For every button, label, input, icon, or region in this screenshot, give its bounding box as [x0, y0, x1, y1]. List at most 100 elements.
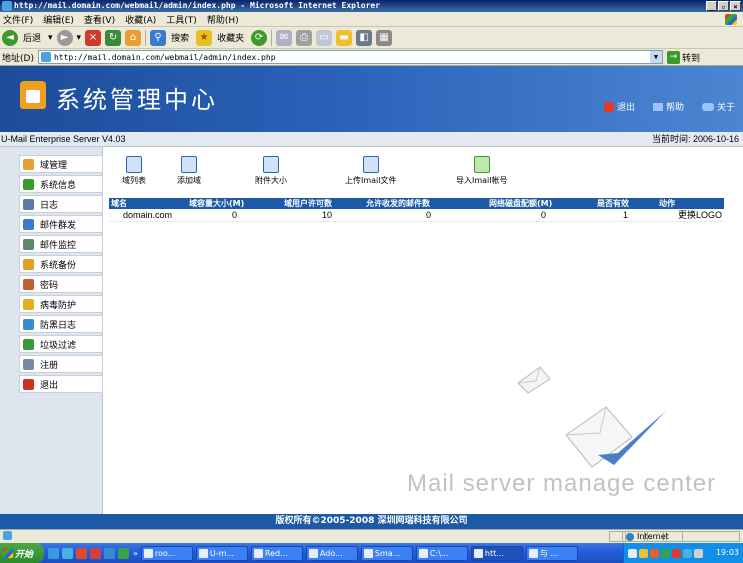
- menu-favorites[interactable]: 收藏(A): [125, 13, 156, 26]
- taskbar-window[interactable]: C:\...: [415, 545, 468, 561]
- back-button[interactable]: 后退: [23, 31, 41, 44]
- cell-capacity: 0: [232, 210, 238, 220]
- tray-icon[interactable]: [639, 548, 648, 558]
- zone-label: Internet: [637, 532, 669, 541]
- back-arrow-icon[interactable]: ◄: [2, 29, 18, 46]
- forward-dropdown-icon[interactable]: ▾: [77, 33, 82, 43]
- tray-icon[interactable]: [628, 548, 637, 558]
- calculator-icon[interactable]: ▦: [376, 29, 393, 46]
- folder-icon[interactable]: ▬: [336, 29, 353, 46]
- print-icon[interactable]: ⎙: [296, 29, 313, 46]
- chat-quicklaunch-icon[interactable]: [118, 547, 129, 559]
- change-logo-link[interactable]: 更换LOGO: [678, 209, 722, 222]
- tray-icon[interactable]: [672, 548, 681, 558]
- exit-icon: [23, 378, 34, 390]
- taskbar-window[interactable]: roo...: [140, 545, 193, 561]
- tray-icon[interactable]: [661, 548, 670, 558]
- media-quicklaunch-icon[interactable]: [90, 547, 101, 559]
- sidebar-item-mail-monitor[interactable]: 邮件监控: [19, 235, 103, 253]
- close-button[interactable]: ×: [730, 1, 741, 11]
- search-icon[interactable]: ⚲: [150, 29, 167, 46]
- col-disk-quota: 网络磁盘配额(M): [489, 199, 553, 208]
- current-time: 当前时间: 2006-10-16: [651, 134, 739, 144]
- menu-file[interactable]: 文件(F): [3, 13, 33, 26]
- window-controls: _ ▫ ×: [706, 1, 741, 11]
- media-icon[interactable]: ⟳: [251, 29, 268, 46]
- taskbar-window[interactable]: U-m...: [195, 545, 248, 561]
- ie-icon: [2, 1, 12, 11]
- logout-link[interactable]: 退出: [603, 100, 635, 113]
- browser-quicklaunch-icon[interactable]: [62, 547, 73, 559]
- import-imail-button[interactable]: 导入Imail帐号: [456, 156, 508, 186]
- menu-edit[interactable]: 编辑(E): [43, 13, 74, 26]
- upload-imail-button[interactable]: 上传Imail文件: [345, 156, 397, 186]
- about-link[interactable]: 关于: [701, 100, 735, 113]
- desktop-quicklaunch-icon[interactable]: [104, 547, 115, 559]
- info-icon: [23, 178, 34, 190]
- mail-icon[interactable]: ✉: [276, 29, 293, 46]
- add-domain-icon: [181, 156, 197, 173]
- browser-toolbar: ◄ 后退 ▾ ► ▾ × ↻ ⌂ ⚲ 搜索 ★ 收藏夹 ⟳ ✉ ⎙ ▭ ▬ ◧ …: [0, 27, 743, 49]
- address-dropdown-icon[interactable]: ▼: [649, 51, 662, 63]
- shield-icon: [23, 318, 34, 330]
- go-button[interactable]: → 转到: [666, 50, 700, 64]
- maximize-button[interactable]: ▫: [718, 1, 729, 11]
- messenger-icon[interactable]: ◧: [356, 29, 373, 46]
- taskbar-window-label: U-m...: [209, 548, 235, 558]
- add-domain-button[interactable]: 添加域: [177, 156, 201, 186]
- taskbar-window-label: C:\...: [429, 548, 449, 558]
- ie-quicklaunch-icon[interactable]: [48, 547, 59, 559]
- taskbar-window[interactable]: Red...: [250, 545, 303, 561]
- taskbar-window-label: htt...: [484, 548, 504, 558]
- favorites-star-icon[interactable]: ★: [196, 29, 213, 46]
- tray-icon[interactable]: [694, 548, 703, 558]
- monitor-icon: [23, 238, 34, 250]
- domain-list-button[interactable]: 域列表: [122, 156, 146, 186]
- taskbar-window-active[interactable]: htt...: [470, 545, 523, 561]
- sidebar-item-register[interactable]: 注册: [19, 355, 103, 373]
- sidebar-item-anti-hack-log[interactable]: 防黑日志: [19, 315, 103, 333]
- sidebar-item-spam-filter[interactable]: 垃圾过滤: [19, 335, 103, 353]
- help-link[interactable]: 帮助: [652, 100, 684, 113]
- search-button[interactable]: 搜索: [171, 31, 189, 44]
- menu-help[interactable]: 帮助(H): [207, 13, 239, 26]
- taskbar: 开始 » roo... U-m... Red... Ado... Sma... …: [0, 543, 743, 563]
- address-input[interactable]: http://mail.domain.com/webmail/admin/ind…: [37, 50, 663, 64]
- table-row: domain.com 0 10 0 0 1 更换LOGO: [109, 209, 724, 222]
- forward-arrow-icon[interactable]: ►: [56, 29, 73, 46]
- window-icon: [253, 548, 263, 558]
- taskbar-window-label: Red...: [264, 548, 288, 558]
- back-dropdown-icon[interactable]: ▾: [48, 33, 53, 43]
- go-label: 转到: [681, 53, 700, 64]
- cell-domain[interactable]: domain.com: [123, 209, 172, 222]
- edit-icon[interactable]: ▭: [316, 29, 333, 46]
- menu-tools[interactable]: 工具(T): [166, 13, 197, 26]
- app-header: 系统管理中心 退出 帮助 关于: [0, 66, 743, 132]
- attachment-size-button[interactable]: 附件大小: [255, 156, 287, 186]
- sidebar-item-logout[interactable]: 退出: [19, 375, 103, 393]
- sidebar-item-system-backup[interactable]: 系统备份: [19, 255, 103, 273]
- sidebar-item-system-info[interactable]: 系统信息: [19, 175, 103, 193]
- sidebar-item-antivirus[interactable]: 病毒防护: [19, 295, 103, 313]
- start-button[interactable]: 开始: [0, 543, 44, 563]
- quicklaunch-more-icon[interactable]: »: [133, 549, 138, 558]
- menu-view[interactable]: 查看(V): [84, 13, 115, 26]
- taskbar-window[interactable]: Ado...: [305, 545, 358, 561]
- windows-logo-icon: [725, 14, 737, 25]
- refresh-icon[interactable]: ↻: [105, 29, 122, 46]
- sidebar-item-password[interactable]: 密码: [19, 275, 103, 293]
- domain-table: 域名 域容量大小(M) 域用户许可数 允许收发的邮件数 网络磁盘配额(M) 是否…: [109, 198, 724, 222]
- taskbar-window[interactable]: 与 ...: [525, 545, 578, 561]
- sidebar-item-domain-management[interactable]: 域管理: [19, 155, 103, 173]
- home-icon[interactable]: ⌂: [125, 29, 142, 46]
- taskbar-window[interactable]: Sma...: [360, 545, 413, 561]
- minimize-button[interactable]: _: [706, 1, 717, 11]
- sidebar-item-logs[interactable]: 日志: [19, 195, 103, 213]
- window-title: http://mail.domain.com/webmail/admin/ind…: [14, 1, 381, 10]
- favorites-button[interactable]: 收藏夹: [217, 31, 244, 44]
- tray-icon[interactable]: [683, 548, 692, 558]
- sidebar-item-mass-mail[interactable]: 邮件群发: [19, 215, 103, 233]
- tray-icon[interactable]: [650, 548, 659, 558]
- stop-icon[interactable]: ×: [85, 29, 102, 46]
- app-quicklaunch-icon[interactable]: [76, 547, 87, 559]
